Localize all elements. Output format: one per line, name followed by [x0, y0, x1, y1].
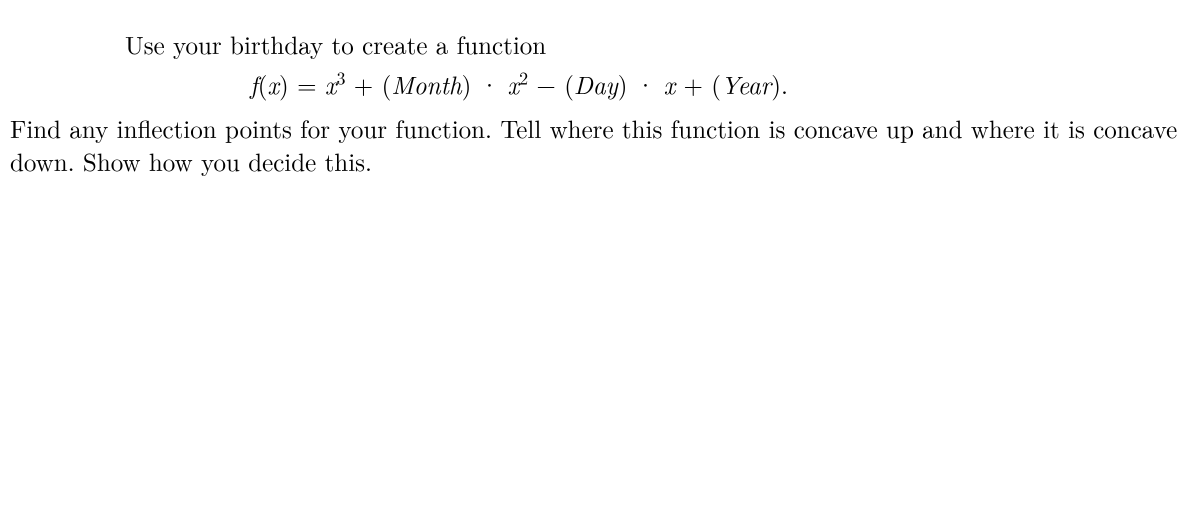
eq-plus1: + ( [345, 67, 391, 102]
document-body: Use your birthday to create a function f… [0, 0, 1200, 189]
eq-lhs-f: f [250, 67, 258, 102]
equation-line: f(x) = x3 + (Month) · x2 − (Day) · x + (… [250, 68, 1190, 102]
eq-year-Y: Y [721, 67, 738, 102]
eq-term2-exp: 2 [519, 65, 528, 90]
eq-month-M: M [391, 67, 413, 102]
eq-close3: ). [771, 67, 788, 102]
eq-plus2: + ( [675, 67, 721, 102]
eq-month-rest: onth [414, 67, 462, 102]
eq-close1: ) · [462, 67, 508, 102]
eq-lhs-close: ) [279, 67, 289, 102]
eq-lhs-open: ( [258, 67, 268, 102]
eq-lhs-var: x [267, 67, 279, 102]
eq-equals: = [289, 67, 325, 102]
eq-year-rest: ear [738, 67, 772, 102]
eq-term3-var: x [664, 67, 676, 102]
eq-minus: − ( [528, 67, 574, 102]
equation: f(x) = x3 + (Month) · x2 − (Day) · x + (… [250, 67, 788, 102]
eq-day-rest: ay [593, 67, 618, 102]
intro-line: Use your birthday to create a function [125, 28, 1190, 62]
eq-day-D: D [574, 67, 593, 102]
eq-term2-var: x [507, 67, 519, 102]
eq-close2: ) · [618, 67, 664, 102]
eq-term1-var: x [325, 67, 337, 102]
instruction-paragraph: Find any inflection points for your func… [10, 112, 1190, 180]
